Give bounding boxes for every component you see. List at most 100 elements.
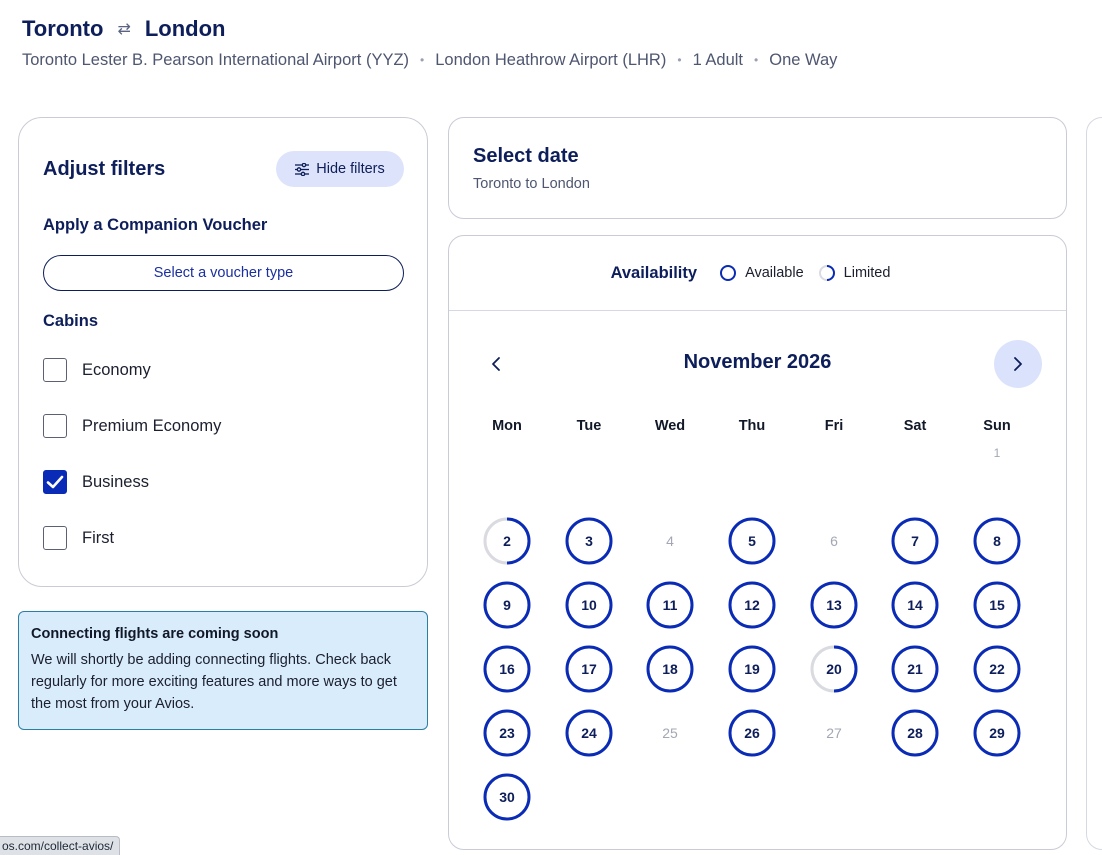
cabin-economy-checkbox[interactable]: Economy [43, 358, 151, 382]
weekday-label: Fri [824, 418, 844, 434]
day-number: 6 [830, 533, 838, 549]
chevron-right-icon [1014, 357, 1022, 371]
calendar-day-available[interactable]: 14 [891, 581, 939, 629]
weekday-label: Sat [903, 418, 927, 434]
day-number: 11 [662, 597, 678, 613]
calendar-day-available[interactable]: 26 [728, 709, 776, 757]
trip-type: One Way [769, 50, 838, 69]
day-number: 16 [499, 661, 515, 677]
calendar-day-unavailable: 1 [973, 429, 1021, 477]
day-number: 1 [993, 446, 1001, 460]
day-number: 5 [748, 533, 756, 549]
day-number: 29 [989, 725, 1005, 741]
calendar-day-available[interactable]: 10 [565, 581, 613, 629]
calendar-day-available[interactable]: 7 [891, 517, 939, 565]
calendar-day-available[interactable]: 13 [810, 581, 858, 629]
availability-legend: Availability Available Limited [449, 236, 1066, 311]
cabin-premium-economy-checkbox[interactable]: Premium Economy [43, 414, 221, 438]
calendar-day-unavailable: 6 [810, 517, 858, 565]
separator-dot: • [677, 53, 682, 67]
select-date-panel: Select date Toronto to London [448, 117, 1067, 219]
weekday-label: Thu [738, 418, 766, 434]
day-number: 13 [826, 597, 842, 613]
checkbox[interactable] [43, 526, 67, 550]
day-number: 18 [662, 661, 678, 677]
cabin-label: Business [82, 472, 149, 491]
day-number: 30 [499, 789, 515, 805]
cabin-label: Premium Economy [82, 416, 222, 435]
limited-ring-icon [818, 265, 835, 281]
day-number: 24 [581, 725, 597, 741]
calendar-day-available[interactable]: 28 [891, 709, 939, 757]
calendar-day-available[interactable]: 19 [728, 645, 776, 693]
cabin-business-checkbox[interactable]: Business [43, 470, 149, 494]
day-number: 2 [503, 533, 511, 549]
calendar-day-available[interactable]: 9 [483, 581, 531, 629]
calendar-day-available[interactable]: 30 [483, 773, 531, 821]
weekday-label: Wed [654, 418, 686, 434]
day-number: 7 [911, 533, 919, 549]
day-number: 10 [581, 597, 597, 613]
available-ring-icon [720, 265, 737, 281]
day-number: 22 [989, 661, 1005, 677]
day-number: 12 [744, 597, 760, 613]
companion-voucher-label: Apply a Companion Voucher [43, 216, 268, 234]
legend-available-label: Available [745, 265, 804, 281]
day-number: 26 [744, 725, 760, 741]
legend-available: Available [719, 264, 804, 282]
cabins-label: Cabins [43, 312, 99, 330]
hide-filters-label: Hide filters [316, 161, 385, 177]
from-airport: Toronto Lester B. Pearson International … [22, 50, 410, 69]
day-number: 21 [907, 661, 923, 677]
calendar-day-available[interactable]: 29 [973, 709, 1021, 757]
filters-panel: Adjust filters Hide filters Apply a Comp… [18, 117, 428, 587]
calendar-day-available[interactable]: 11 [646, 581, 694, 629]
notice-body: We will shortly be adding connecting fli… [31, 652, 397, 712]
separator-dot: • [754, 53, 759, 67]
day-number: 4 [666, 533, 674, 549]
checkbox[interactable] [43, 414, 67, 438]
separator-dot: • [420, 53, 425, 67]
day-number: 15 [989, 597, 1005, 613]
calendar-day-available[interactable]: 22 [973, 645, 1021, 693]
calendar-day-available[interactable]: 21 [891, 645, 939, 693]
calendar-day-available[interactable]: 16 [483, 645, 531, 693]
day-number: 28 [907, 725, 923, 741]
calendar-day-limited[interactable]: 2 [483, 517, 531, 565]
calendar-day-available[interactable]: 23 [483, 709, 531, 757]
day-number: 19 [744, 661, 760, 677]
day-number: 8 [993, 533, 1001, 549]
weekday-label: Mon [492, 418, 522, 434]
cabin-first-checkbox[interactable]: First [43, 526, 114, 550]
calendar-day-unavailable: 27 [810, 709, 858, 757]
to-city: London [144, 16, 226, 41]
calendar-day-available[interactable]: 12 [728, 581, 776, 629]
day-number: 23 [499, 725, 515, 741]
hide-filters-button[interactable]: Hide filters [276, 151, 404, 187]
calendar-day-available[interactable]: 24 [565, 709, 613, 757]
from-city: Toronto [22, 16, 104, 41]
calendar-day-available[interactable]: 18 [646, 645, 694, 693]
filters-title: Adjust filters [43, 158, 166, 180]
route-details: Toronto Lester B. Pearson International … [22, 49, 837, 71]
cabin-label: Economy [82, 360, 151, 379]
day-number: 27 [826, 725, 842, 741]
next-month-button[interactable] [994, 340, 1042, 388]
calendar-day-available[interactable]: 3 [565, 517, 613, 565]
calendar-day-available[interactable]: 17 [565, 645, 613, 693]
cabin-label: First [82, 528, 115, 547]
select-voucher-button[interactable]: Select a voucher type [43, 255, 404, 291]
calendar-day-unavailable: 25 [646, 709, 694, 757]
day-number: 3 [585, 533, 593, 549]
next-panel-edge [1086, 117, 1102, 850]
checkbox-checked[interactable] [43, 470, 67, 494]
calendar-day-available[interactable]: 5 [728, 517, 776, 565]
day-number: 14 [907, 597, 923, 613]
calendar-day-available[interactable]: 15 [973, 581, 1021, 629]
day-number: 9 [503, 597, 511, 613]
calendar-day-limited[interactable]: 20 [810, 645, 858, 693]
swap-icon: ⇄ [117, 21, 131, 38]
day-number: 17 [581, 661, 597, 677]
checkbox[interactable] [43, 358, 67, 382]
calendar-day-available[interactable]: 8 [973, 517, 1021, 565]
